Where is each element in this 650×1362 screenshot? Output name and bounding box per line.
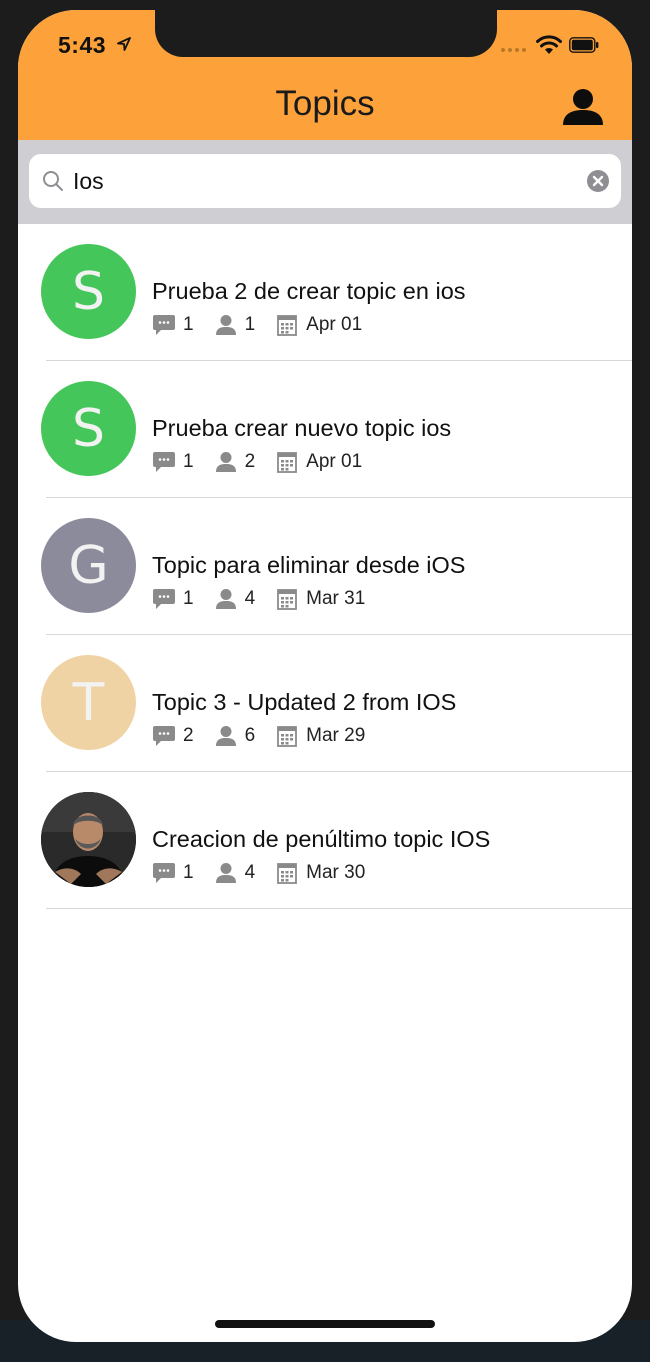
row-divider (46, 908, 632, 909)
topic-avatar: G (41, 518, 136, 613)
topic-avatar-photo (41, 792, 136, 887)
topic-meta: 1 1 Apr 01 (152, 314, 382, 336)
comment-count: 1 (183, 588, 194, 609)
topic-avatar: T (41, 655, 136, 750)
topic-date: Mar 30 (306, 862, 366, 883)
topic-title: Prueba crear nuevo topic ios (152, 415, 452, 441)
comment-icon (153, 315, 175, 335)
topic-title: Creacion de penúltimo topic IOS (152, 826, 491, 852)
search-bar-container (18, 140, 632, 224)
notch (155, 10, 497, 57)
topic-meta: 1 4 Mar 31 (152, 588, 385, 610)
person-icon (215, 452, 236, 472)
person-icon (215, 863, 236, 883)
comment-count: 1 (183, 314, 194, 335)
calendar-icon (277, 315, 298, 336)
status-time: 5:43 (58, 32, 107, 58)
avatar-letter: T (72, 672, 105, 733)
topic-title: Topic para eliminar desde iOS (152, 552, 466, 578)
navigation-bar: Topics (18, 70, 632, 140)
search-icon (43, 171, 63, 191)
topic-row[interactable]: S Prueba 2 de crear topic en ios 1 1 Apr… (18, 224, 632, 361)
comment-icon (153, 863, 175, 883)
topic-meta: 1 4 Mar 30 (152, 862, 385, 884)
member-count: 6 (244, 725, 256, 746)
member-count: 4 (244, 588, 256, 609)
wifi-icon (536, 35, 562, 54)
avatar-letter: G (68, 535, 109, 596)
search-input[interactable] (73, 164, 563, 198)
person-icon (215, 589, 236, 609)
calendar-icon (277, 452, 298, 473)
comment-icon (153, 726, 175, 746)
status-bar: 5:43 (18, 10, 632, 70)
topic-date: Apr 01 (306, 451, 363, 472)
battery-icon (569, 37, 599, 53)
home-indicator[interactable] (215, 1320, 435, 1328)
topic-meta: 2 6 Mar 29 (152, 725, 385, 747)
avatar-letter: S (71, 261, 105, 322)
person-icon (215, 315, 236, 335)
topic-avatar: S (41, 244, 136, 339)
topic-row[interactable]: G Topic para eliminar desde iOS 1 4 Mar … (18, 498, 632, 635)
comment-icon (153, 589, 175, 609)
topic-list: S Prueba 2 de crear topic en ios 1 1 Apr… (18, 224, 632, 909)
topic-row[interactable]: S Prueba crear nuevo topic ios 1 2 Apr 0… (18, 361, 632, 498)
comment-count: 1 (183, 451, 194, 472)
calendar-icon (277, 863, 298, 884)
topic-avatar: S (41, 381, 136, 476)
topic-row[interactable]: Creacion de penúltimo topic IOS 1 4 Mar … (18, 772, 632, 909)
topic-title: Topic 3 - Updated 2 from IOS (152, 689, 457, 715)
signal-icon (501, 48, 526, 52)
member-count: 1 (244, 314, 256, 335)
comment-icon (153, 452, 175, 472)
calendar-icon (277, 726, 298, 747)
comment-count: 2 (183, 725, 194, 746)
member-count: 4 (244, 862, 256, 883)
person-icon (215, 726, 236, 746)
search-box[interactable] (29, 154, 621, 208)
comment-count: 1 (183, 862, 194, 883)
calendar-icon (277, 589, 298, 610)
screen: 5:43 Topics Ios S Prueba 2 de crear topi… (18, 10, 632, 1342)
avatar-letter: S (71, 398, 105, 459)
page-title: Topics (275, 84, 375, 123)
person-photo-icon (41, 792, 136, 887)
topic-meta: 1 2 Apr 01 (152, 451, 382, 473)
topic-date: Mar 29 (306, 725, 366, 746)
clear-icon[interactable] (586, 169, 610, 193)
profile-icon[interactable] (561, 85, 605, 129)
location-arrow-icon (117, 37, 131, 51)
topic-row[interactable]: T Topic 3 - Updated 2 from IOS 2 6 Mar 2… (18, 635, 632, 772)
member-count: 2 (244, 451, 256, 472)
topic-title: Prueba 2 de crear topic en ios (152, 278, 466, 304)
topic-date: Mar 31 (306, 588, 366, 609)
topic-date: Apr 01 (306, 314, 363, 335)
